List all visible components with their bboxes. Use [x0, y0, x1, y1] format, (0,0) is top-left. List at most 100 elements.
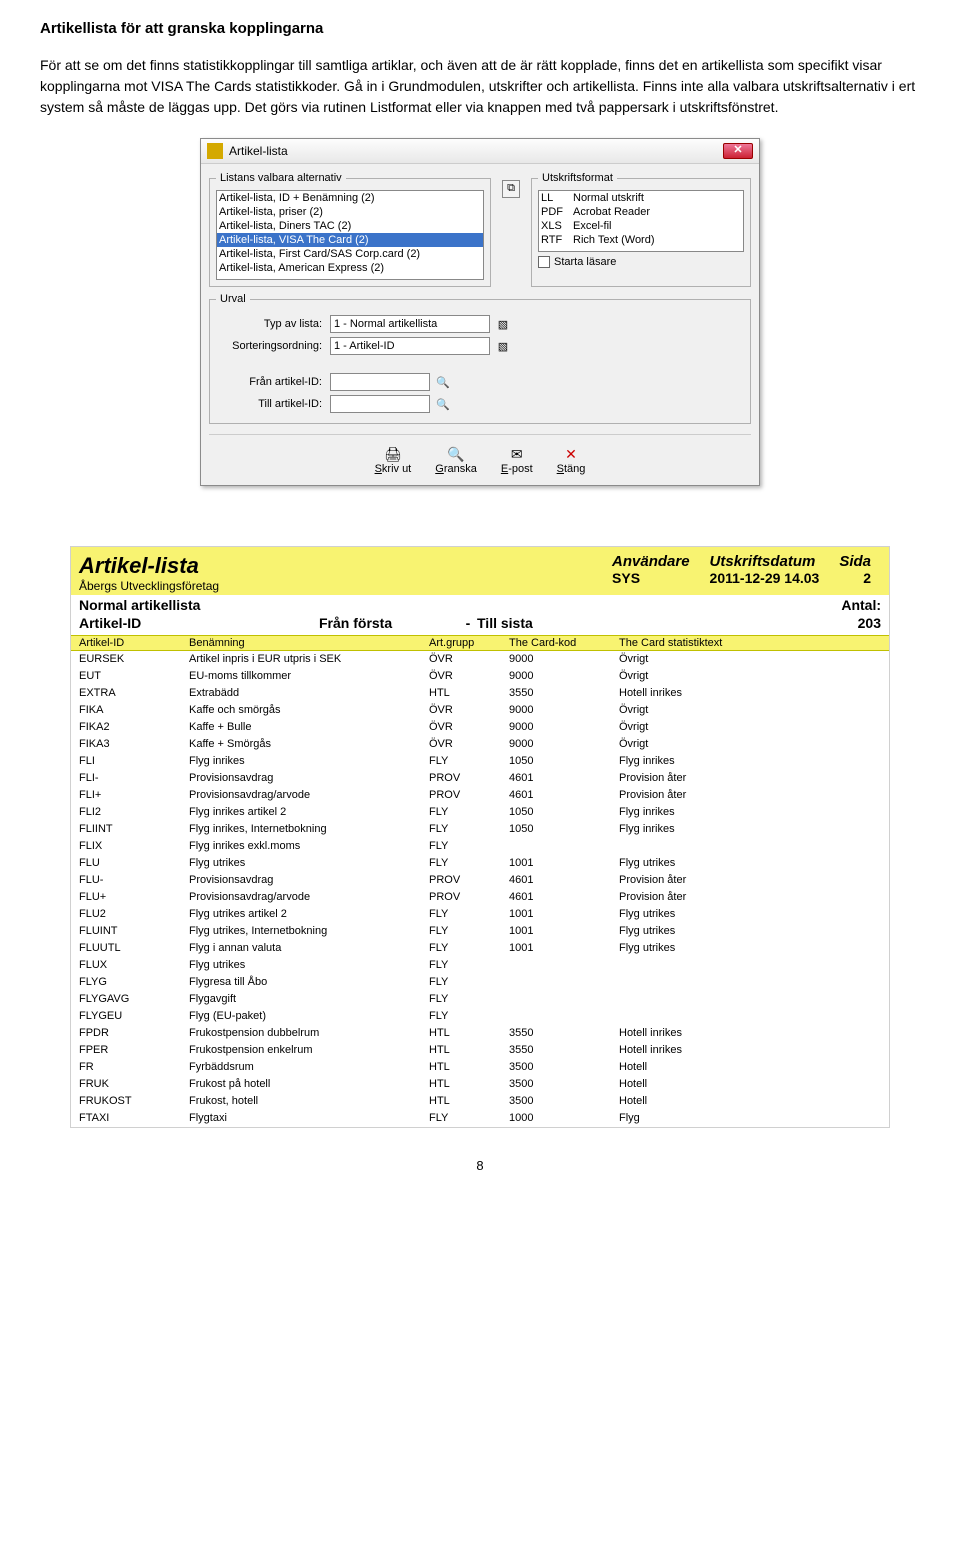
dropdown-icon[interactable]: ▧ [494, 315, 512, 333]
table-row: FLI+Provisionsavdrag/arvodePROV4601Provi… [71, 787, 889, 804]
legend-output-format: Utskriftsformat [538, 172, 617, 184]
table-row: FPERFrukostpension enkelrumHTL3550Hotell… [71, 1042, 889, 1059]
table-row: FIKAKaffe och smörgåsÖVR9000Övrigt [71, 702, 889, 719]
col-card-code: The Card-kod [501, 636, 611, 651]
article-list-dialog: Artikel-lista ✕ Listans valbara alternat… [200, 138, 760, 486]
table-row: FLU2Flyg utrikes artikel 2FLY1001Flyg ut… [71, 906, 889, 923]
list-item[interactable]: Artikel-lista, Diners TAC (2) [217, 219, 483, 233]
label-sort-order: Sorteringsordning: [216, 340, 326, 352]
field-sort-order[interactable]: 1 - Artikel-ID [330, 337, 490, 355]
table-row: FLIINTFlyg inrikes, InternetbokningFLY10… [71, 821, 889, 838]
copy-icon[interactable]: ⧉ [502, 180, 520, 198]
mail-icon: ✉ [507, 445, 527, 463]
table-row: FIKA2Kaffe + BulleÖVR9000Övrigt [71, 719, 889, 736]
email-button[interactable]: ✉ E-post [495, 443, 539, 477]
table-row: FLYGEUFlyg (EU-paket)FLY [71, 1008, 889, 1025]
list-item[interactable]: Artikel-lista, ID + Benämning (2) [217, 191, 483, 205]
filter-id-label: Artikel-ID [79, 615, 319, 631]
dialog-body: Listans valbara alternativ Artikel-lista… [201, 164, 759, 485]
doc-body: För att se om det finns statistikkopplin… [40, 55, 920, 118]
report-title: Artikel-lista [79, 553, 602, 579]
table-row: FLU-ProvisionsavdragPROV4601Provision åt… [71, 872, 889, 889]
dialog-title: Artikel-lista [229, 144, 723, 158]
field-from-id[interactable] [330, 373, 430, 391]
page-number: 8 [40, 1158, 920, 1173]
legend-selection: Urval [216, 293, 250, 305]
col-name: Benämning [181, 636, 421, 651]
start-reader-checkbox[interactable] [538, 256, 550, 268]
field-list-type[interactable]: 1 - Normal artikellista [330, 315, 490, 333]
table-row: FLYGFlygresa till ÅboFLY [71, 974, 889, 991]
fieldset-selection: Urval Typ av lista: 1 - Normal artikelli… [209, 293, 751, 424]
print-button[interactable]: 🖨 Skriv ut [369, 443, 418, 477]
list-options-listbox[interactable]: Artikel-lista, ID + Benämning (2)Artikel… [216, 190, 484, 280]
table-row: FLU+Provisionsavdrag/arvodePROV4601Provi… [71, 889, 889, 906]
table-row: FLI2Flyg inrikes artikel 2FLY1050Flyg in… [71, 804, 889, 821]
header-date-label: Utskriftsdatum [710, 553, 820, 570]
table-row: FLIFlyg inrikesFLY1050Flyg inrikes [71, 753, 889, 770]
legend-list-options: Listans valbara alternativ [216, 172, 346, 184]
report-subtitle: Normal artikellista [79, 597, 841, 613]
table-row: FTAXIFlygtaxiFLY1000Flyg [71, 1110, 889, 1127]
col-card-text: The Card statistiktext [611, 636, 889, 651]
antal-label: Antal: [841, 597, 881, 613]
filter-dash: - [459, 615, 477, 631]
close-button-bottom[interactable]: ✕ Stäng [551, 443, 592, 477]
filter-from: Från första [319, 615, 459, 631]
filter-to: Till sista [477, 615, 831, 631]
header-page-value: 2 [839, 570, 871, 586]
table-row: FLI-ProvisionsavdragPROV4601Provision åt… [71, 770, 889, 787]
label-list-type: Typ av lista: [216, 318, 326, 330]
format-item[interactable]: XLSExcel-fil [539, 219, 743, 233]
doc-title: Artikellista för att granska kopplingarn… [40, 20, 920, 37]
report-header: Artikel-lista Åbergs Utvecklingsföretag … [71, 547, 889, 595]
report-company: Åbergs Utvecklingsföretag [79, 579, 602, 593]
label-from-id: Från artikel-ID: [216, 376, 326, 388]
label-to-id: Till artikel-ID: [216, 398, 326, 410]
dialog-app-icon [207, 143, 223, 159]
col-group: Art.grupp [421, 636, 501, 651]
table-row: FRUKFrukost på hotellHTL3500Hotell [71, 1076, 889, 1093]
header-user-value: SYS [612, 570, 690, 586]
list-item[interactable]: Artikel-lista, First Card/SAS Corp.card … [217, 247, 483, 261]
binoculars-icon[interactable]: 🔍 [434, 395, 452, 413]
format-item[interactable]: RTFRich Text (Word) [539, 233, 743, 247]
printer-icon: 🖨 [383, 445, 403, 463]
table-row: EUTEU-moms tillkommerÖVR9000Övrigt [71, 668, 889, 685]
antal-value: 203 [831, 615, 881, 631]
list-item[interactable]: Artikel-lista, VISA The Card (2) [217, 233, 483, 247]
format-item[interactable]: PDFAcrobat Reader [539, 205, 743, 219]
report-table: Artikel-ID Benämning Art.grupp The Card-… [71, 635, 889, 1127]
table-row: FLUFlyg utrikesFLY1001Flyg utrikes [71, 855, 889, 872]
output-format-listbox[interactable]: LLNormal utskriftPDFAcrobat ReaderXLSExc… [538, 190, 744, 252]
table-row: FLYGAVGFlygavgiftFLY [71, 991, 889, 1008]
table-row: EXTRAExtrabäddHTL3550Hotell inrikes [71, 685, 889, 702]
dropdown-icon[interactable]: ▧ [494, 337, 512, 355]
list-item[interactable]: Artikel-lista, priser (2) [217, 205, 483, 219]
table-row: FLUXFlyg utrikesFLY [71, 957, 889, 974]
close-icon: ✕ [561, 445, 581, 463]
fieldset-list-options: Listans valbara alternativ Artikel-lista… [209, 172, 491, 287]
format-item[interactable]: LLNormal utskrift [539, 191, 743, 205]
article-list-report: Artikel-lista Åbergs Utvecklingsföretag … [70, 546, 890, 1128]
table-row: FIKA3Kaffe + SmörgåsÖVR9000Övrigt [71, 736, 889, 753]
table-row: FPDRFrukostpension dubbelrumHTL3550Hotel… [71, 1025, 889, 1042]
fieldset-output-format: Utskriftsformat LLNormal utskriftPDFAcro… [531, 172, 751, 287]
dialog-titlebar: Artikel-lista ✕ [201, 139, 759, 164]
table-row: FRUKOSTFrukost, hotellHTL3500Hotell [71, 1093, 889, 1110]
table-row: EURSEKArtikel inpris i EUR utpris i SEKÖ… [71, 651, 889, 669]
col-article-id: Artikel-ID [71, 636, 181, 651]
close-button[interactable]: ✕ [723, 143, 753, 159]
magnifier-icon: 🔍 [446, 445, 466, 463]
field-to-id[interactable] [330, 395, 430, 413]
copy-column: ⧉ [497, 172, 525, 287]
preview-button[interactable]: 🔍 Granska [429, 443, 483, 477]
table-row: FRFyrbäddsrumHTL3500Hotell [71, 1059, 889, 1076]
list-item[interactable]: Artikel-lista, American Express (2) [217, 261, 483, 275]
table-row: FLIXFlyg inrikes exkl.momsFLY [71, 838, 889, 855]
start-reader-label: Starta läsare [554, 256, 616, 268]
header-user-label: Användare [612, 553, 690, 570]
header-page-label: Sida [839, 553, 871, 570]
header-date-value: 2011-12-29 14.03 [710, 570, 820, 586]
binoculars-icon[interactable]: 🔍 [434, 373, 452, 391]
